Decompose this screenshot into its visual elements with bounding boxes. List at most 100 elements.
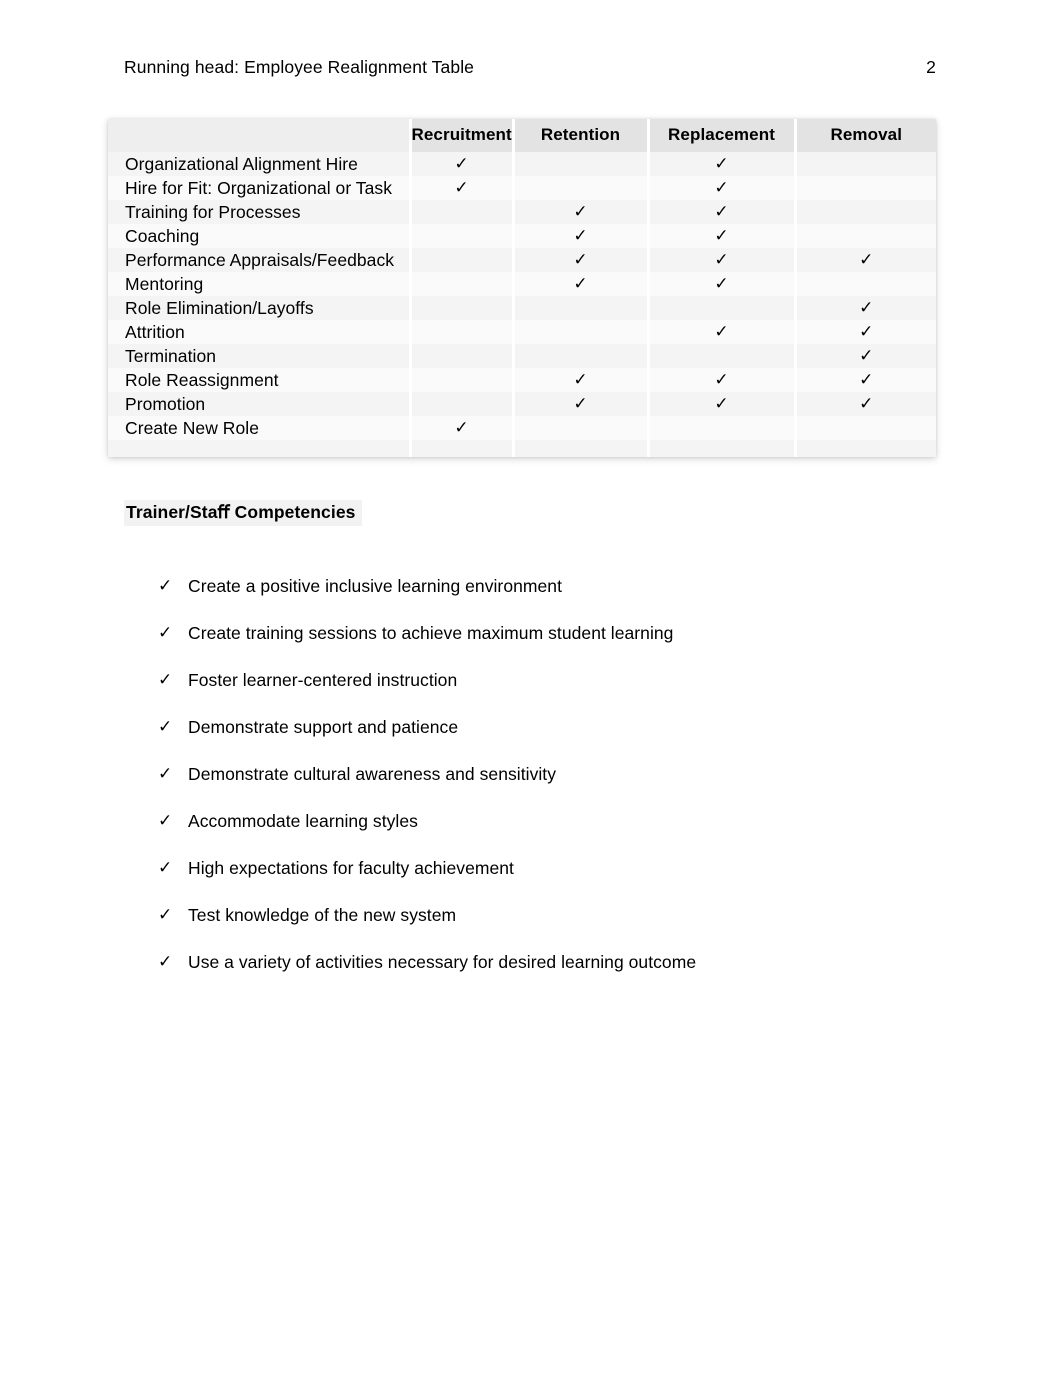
check-bullet-icon: ✓ [158,764,173,783]
check-icon: ✓ [714,202,729,221]
table-row: Mentoring ✓ ✓ [108,272,936,296]
section-heading-trainer-staff-competencies: Trainer/Staﬀ Competencies [124,500,362,526]
cell-spacer [408,440,513,457]
cell-spacer [646,440,795,457]
row-label: Role Reassignment [108,368,410,392]
cell-replacement: ✓ [646,200,795,224]
list-item-label: Use a variety of activities necessary fo… [188,952,697,972]
check-icon: ✓ [714,394,729,413]
cell-replacement: ✓ [646,320,795,344]
list-item-label: Demonstrate cultural awareness and sensi… [188,764,557,784]
cell-recruitment [408,272,513,296]
check-icon: ✓ [454,178,469,197]
table-row: Coaching ✓ ✓ [108,224,936,248]
list-item-label: Test knowledge of the new system [188,905,457,925]
cell-removal [793,200,936,224]
cell-replacement: ✓ [646,152,795,176]
list-item-label: Create a positive inclusive learning env… [188,576,562,596]
cell-recruitment: ✓ [408,176,513,200]
check-icon: ✓ [573,274,588,293]
column-header-removal: Removal [793,119,936,152]
cell-recruitment: ✓ [408,416,513,440]
cell-recruitment [408,224,513,248]
row-label: Attrition [108,320,410,344]
list-item-label: Demonstrate support and patience [188,717,459,737]
list-item: ✓ Create training sessions to achieve max… [124,622,944,669]
cell-replacement: ✓ [646,224,795,248]
list-item-label: Accommodate learning styles [188,811,418,831]
cell-retention [511,320,648,344]
row-label: Coaching [108,224,410,248]
check-icon: ✓ [573,394,588,413]
check-bullet-icon: ✓ [158,952,173,971]
cell-recruitment [408,368,513,392]
list-item: ✓ Demonstrate support and patience [124,716,944,763]
check-icon: ✓ [573,202,588,221]
check-bullet-icon: ✓ [158,905,173,924]
list-item: ✓ High expectations for faculty achieveme… [124,857,944,904]
cell-spacer [108,440,410,457]
column-header-blank [108,119,410,152]
check-bullet-icon: ✓ [158,670,173,689]
page-number: 2 [926,57,936,77]
table-row: Organizational Alignment Hire ✓ ✓ [108,152,936,176]
table-row: Role Elimination/Layoffs ✓ [108,296,936,320]
check-icon: ✓ [573,250,588,269]
cell-recruitment [408,200,513,224]
check-bullet-icon: ✓ [158,811,173,830]
cell-replacement: ✓ [646,176,795,200]
cell-removal: ✓ [793,296,936,320]
cell-removal: ✓ [793,392,936,416]
check-icon: ✓ [454,418,469,437]
cell-removal [793,272,936,296]
trainer-staff-competency-list: ✓ Create a positive inclusive learning en… [124,575,944,998]
employee-realignment-table: Recruitment Retention Replacement Remova… [108,119,936,457]
cell-retention [511,296,648,320]
column-header-replacement: Replacement [646,119,795,152]
list-item: ✓ Demonstrate cultural awareness and sens… [124,763,944,810]
cell-retention: ✓ [511,224,648,248]
cell-removal: ✓ [793,368,936,392]
column-header-retention: Retention [511,119,648,152]
check-icon: ✓ [714,250,729,269]
cell-recruitment [408,320,513,344]
row-label: Performance Appraisals/Feedback [108,248,410,272]
check-icon: ✓ [714,178,729,197]
cell-removal [793,152,936,176]
row-label: Termination [108,344,410,368]
list-item: ✓ Foster learner-centered instruction [124,669,944,716]
table-row: Termination ✓ [108,344,936,368]
check-icon: ✓ [859,322,874,341]
running-head: Running head: Employee Realignment Table… [124,57,936,78]
check-bullet-icon: ✓ [158,623,173,642]
row-label: Training for Processes [108,200,410,224]
cell-removal: ✓ [793,248,936,272]
check-icon: ✓ [714,226,729,245]
cell-retention [511,176,648,200]
table-row: Performance Appraisals/Feedback ✓ ✓ ✓ [108,248,936,272]
cell-replacement: ✓ [646,368,795,392]
cell-replacement [646,296,795,320]
list-item-label: High expectations for faculty achievemen… [188,858,514,878]
table-row: Role Reassignment ✓ ✓ ✓ [108,368,936,392]
check-icon: ✓ [573,370,588,389]
cell-removal [793,416,936,440]
check-icon: ✓ [714,154,729,173]
list-item-label: Foster learner-centered instruction [188,670,458,690]
table-row: Training for Processes ✓ ✓ [108,200,936,224]
cell-recruitment [408,296,513,320]
column-header-recruitment: Recruitment [408,119,513,152]
cell-recruitment [408,344,513,368]
cell-recruitment: ✓ [408,152,513,176]
cell-retention [511,416,648,440]
cell-removal [793,224,936,248]
cell-retention [511,152,648,176]
check-bullet-icon: ✓ [158,576,173,595]
cell-replacement: ✓ [646,272,795,296]
cell-removal: ✓ [793,320,936,344]
row-label: Hire for Fit: Organizational or Task [108,176,410,200]
cell-recruitment [408,392,513,416]
cell-removal: ✓ [793,344,936,368]
table-header-row: Recruitment Retention Replacement Remova… [108,119,936,152]
list-item: ✓ Accommodate learning styles [124,810,944,857]
